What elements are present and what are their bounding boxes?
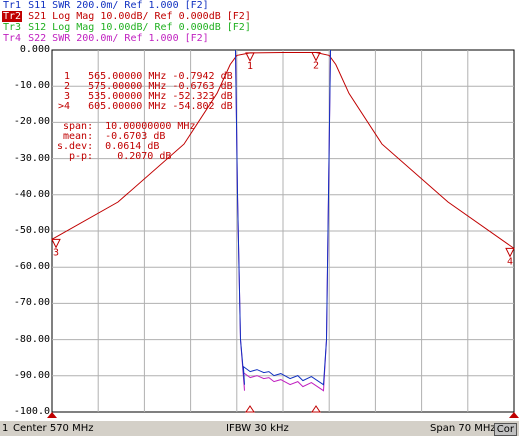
trace-format: SWR 200.0m/ Ref 1.000 [F2] [52,0,209,11]
trace-format: SWR 200.0m/ Ref 1.000 [F2] [52,33,209,44]
trace-3-header[interactable]: Tr3 S12 Log Mag 10.00dB/ Ref 0.000dB [F2… [2,22,251,33]
trace-4-header[interactable]: Tr4 S22 SWR 200.0m/ Ref 1.000 [F2] [2,33,209,44]
trace-tag: Tr3 [3,22,22,33]
ifbw[interactable]: IFBW 30 kHz [226,423,289,434]
right-edge-flag [509,412,519,418]
marker-4-label: 4 [507,256,513,267]
trace-2-header[interactable]: Tr2 S21 Log Mag 10.00dB/ Ref 0.000dB [F2… [2,11,251,22]
y-tick-label: 0.000 [19,44,50,55]
channel-number[interactable]: 1 [2,423,8,434]
marker-3-label: 3 [53,247,59,258]
y-tick-label: -100.0 [13,406,50,417]
marker-2-label: 2 [313,60,319,71]
trace-param: S11 [22,0,53,11]
y-tick-label: -40.00 [13,188,50,200]
trace-tag: Tr4 [3,33,22,44]
y-tick-label: -20.00 [13,116,50,128]
trace-param: S22 [22,33,53,44]
plot-area[interactable]: 1 2 3 4 [0,0,519,421]
y-tick-label: -90.00 [13,369,50,381]
marker-1-label: 1 [247,61,253,72]
trace-format: Log Mag 10.00dB/ Ref 0.000dB [F2] [52,11,251,22]
y-tick-label: -60.00 [13,261,50,273]
cor-button[interactable]: Cor [493,423,517,436]
y-tick-label: -50.00 [13,225,50,236]
trace-param: S12 [22,22,53,33]
marker-row: >4 605.00000 MHz -54.802 dB [58,101,233,112]
trace-tag: Tr2 [2,11,23,22]
trace-tag: Tr1 [3,0,22,11]
trace-param: S21 [22,11,53,22]
y-tick-label: -70.00 [13,297,50,309]
y-tick-label: -80.00 [13,333,50,345]
trace-format: Log Mag 10.00dB/ Ref 0.000dB [F2] [52,22,251,33]
span-frequency[interactable]: Span 70 MHz [430,423,496,434]
y-tick-label: -10.00 [13,80,50,92]
center-frequency[interactable]: Center 570 MHz [13,423,94,434]
status-bar: 1 Center 570 MHz IFBW 30 kHz Span 70 MHz… [0,421,519,436]
trace-1-header[interactable]: Tr1 S11 SWR 200.0m/ Ref 1.000 [F2] [2,0,209,11]
vna-window: { "traces": [ {"tag":"Tr1","param":"S11"… [0,0,519,436]
y-tick-label: -30.00 [13,152,50,164]
